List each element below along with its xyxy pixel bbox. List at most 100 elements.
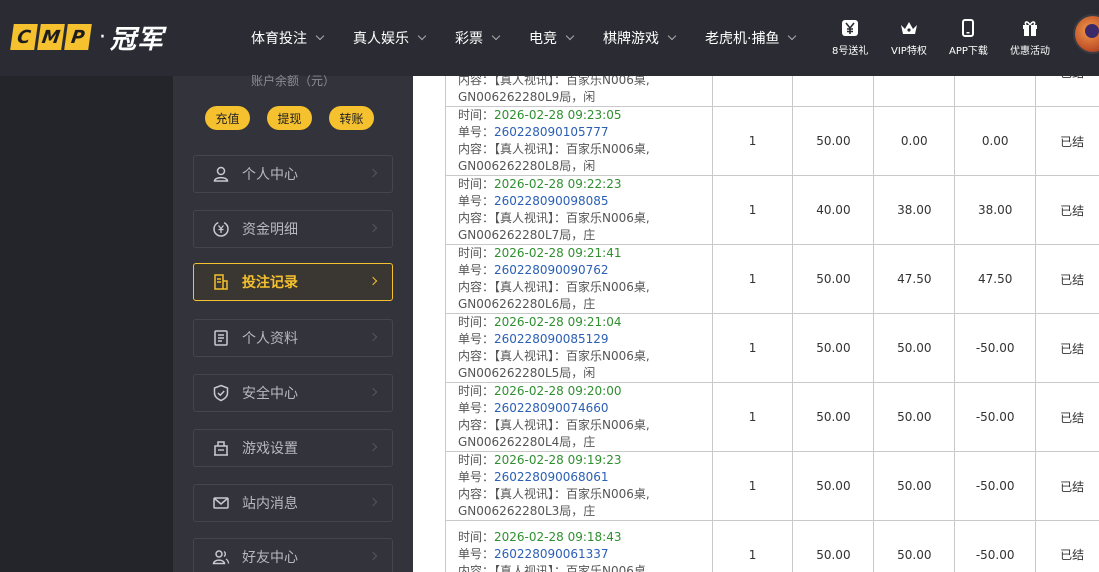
bet-content-line: 内容：【真人视讯】：百家乐N006桌, (458, 141, 712, 158)
content-prefix: 内容： (458, 280, 495, 294)
sidebar-item-label: 安全中心 (242, 386, 298, 402)
quick-vip[interactable]: VIP特权 (891, 18, 927, 57)
transfer-button[interactable]: 转账 (329, 106, 374, 130)
quick-label: APP下载 (949, 46, 988, 57)
sidebar-item-bet-records[interactable]: 投注记录 (193, 263, 393, 301)
status-cell: 已结 (1035, 106, 1099, 176)
quick-gift-8[interactable]: 8号送礼 (832, 18, 868, 57)
sidebar-item-personal-info[interactable]: 个人资料 (193, 319, 393, 357)
bet-order-number[interactable]: 260228090061337 (494, 547, 609, 561)
bet-content-line: 内容：【真人视讯】：百家乐N006桌, (458, 563, 712, 572)
top-header: C M P · 冠军 体育投注 真人娱乐 彩票 电竞 棋牌游戏 老虎机·捕鱼 8… (0, 0, 1099, 76)
bet-time-line: 时间：2026-02-28 09:18:43 (458, 529, 712, 546)
mail-icon (213, 497, 229, 509)
time-prefix: 时间： (458, 453, 495, 467)
sidebar-item-fund-details[interactable]: 资金明细 (193, 210, 393, 248)
bet-count-cell: 1 (711, 451, 794, 521)
time-prefix: 时间： (458, 246, 495, 260)
status-cell: 已结 (1035, 382, 1099, 452)
quick-label: 优惠活动 (1010, 46, 1050, 57)
logo-text: 冠军 (110, 24, 165, 55)
quick-label: 8号送礼 (832, 46, 869, 57)
bet-time-line: 时间：2026-02-28 09:21:04 (458, 314, 712, 331)
bet-time-line: 时间：2026-02-28 09:22:23 (458, 176, 712, 193)
valid-bet-cell: 50.00 (873, 451, 956, 521)
chevron-right-icon (368, 168, 378, 178)
bet-order-number[interactable]: 260228090098085 (494, 194, 609, 208)
bet-records-panel: 时间： 单号： 内容：【真人视讯】：百家乐N006桌, GN006262280L… (413, 76, 1099, 572)
withdraw-button[interactable]: 提现 (267, 106, 312, 130)
time-prefix: 时间： (458, 108, 495, 122)
quick-app-download[interactable]: APP下载 (949, 18, 988, 57)
order-prefix: 单号： (458, 263, 495, 277)
bet-order-number[interactable]: 260228090105777 (494, 125, 609, 139)
bet-amount-cell: 40.00 (792, 175, 875, 245)
bet-order-number[interactable]: 260228090068061 (494, 470, 609, 484)
bet-round: GN006262280L4局，庄 (458, 435, 596, 449)
friends-icon (212, 550, 230, 565)
sidebar-item-friends-center[interactable]: 好友中心 (193, 538, 393, 572)
nav-sports[interactable]: 体育投注 (251, 28, 325, 48)
order-prefix: 单号： (458, 470, 495, 484)
bet-info-cell: 时间：2026-02-28 09:20:00 单号：26022809007466… (445, 382, 713, 452)
quick-promotions[interactable]: 优惠活动 (1010, 18, 1050, 57)
deposit-button[interactable]: 充值 (205, 106, 250, 130)
bet-info-cell: 时间：2026-02-28 09:19:23 单号：26022809006806… (445, 451, 713, 521)
nav-live-casino[interactable]: 真人娱乐 (353, 28, 427, 48)
chevron-right-icon (368, 276, 378, 286)
bet-order-line: 单号：260228090061337 (458, 546, 712, 563)
order-prefix: 单号： (458, 125, 495, 139)
sidebar-item-label: 站内消息 (242, 496, 298, 512)
valid-bet-cell: 38.00 (873, 175, 956, 245)
nav-esports[interactable]: 电竞 (529, 28, 575, 48)
chevron-down-icon (667, 31, 677, 41)
nav-label: 真人娱乐 (353, 31, 409, 47)
sidebar-item-security-center[interactable]: 安全中心 (193, 374, 393, 412)
chevron-down-icon (788, 31, 797, 41)
nav-lottery[interactable]: 彩票 (455, 28, 501, 48)
bet-order-number[interactable]: 260228090085129 (494, 332, 609, 346)
bet-content: 【真人视讯】：百家乐N006桌, (494, 349, 650, 363)
time-prefix: 时间： (458, 384, 495, 398)
nav-label: 老虎机·捕鱼 (705, 31, 780, 47)
status-cell: 已结 (1035, 76, 1099, 107)
bet-order-number[interactable]: 260228090074660 (494, 401, 609, 415)
order-prefix: 单号： (458, 401, 495, 415)
user-icon (213, 166, 229, 182)
bet-order-number[interactable]: 260228090090762 (494, 263, 609, 277)
status-cell: 已结 (1035, 313, 1099, 383)
bet-time: 2026-02-28 09:19:23 (494, 453, 622, 467)
nav-chess-games[interactable]: 棋牌游戏 (603, 28, 677, 48)
valid-bet-cell: 50.00 (873, 382, 956, 452)
logo[interactable]: C M P · 冠军 (10, 22, 164, 55)
bet-time: 2026-02-28 09:18:43 (494, 530, 622, 544)
bet-amount-cell: 50.00 (792, 106, 875, 176)
sidebar-item-personal-center[interactable]: 个人中心 (193, 155, 393, 193)
chevron-right-icon (368, 497, 378, 507)
table-row: 时间：2026-02-28 09:22:23 单号：26022809009808… (445, 175, 1099, 245)
sidebar-item-game-settings[interactable]: 游戏设置 (193, 429, 393, 467)
time-prefix: 时间： (458, 315, 495, 329)
bet-time: 2026-02-28 09:21:41 (494, 246, 622, 260)
bet-count-cell: 1 (711, 175, 794, 245)
sidebar-item-messages[interactable]: 站内消息 (193, 484, 393, 522)
chevron-right-icon (368, 223, 378, 233)
avatar[interactable] (1073, 14, 1099, 54)
bet-info-cell: 时间：2026-02-28 09:18:43 单号：26022809006133… (445, 520, 713, 572)
balance-label: 账户余额（元） (250, 74, 335, 88)
bet-time-line: 时间：2026-02-28 09:20:00 (458, 383, 712, 400)
logo-letter-c: C (10, 24, 38, 50)
sidebar-item-label: 个人中心 (242, 167, 298, 183)
win-loss-cell: -50.00 (954, 382, 1037, 452)
content-prefix: 内容： (458, 142, 495, 156)
bet-content: 【真人视讯】：百家乐N006桌, (494, 211, 650, 225)
bet-amount-cell: 50.00 (792, 382, 875, 452)
nav-slots-fishing[interactable]: 老虎机·捕鱼 (705, 28, 797, 48)
shield-icon (213, 384, 229, 402)
bet-round: GN006262280L3局，庄 (458, 504, 596, 518)
bet-count-cell: 1 (711, 76, 794, 107)
table-row: 时间： 单号： 内容：【真人视讯】：百家乐N006桌, GN006262280L… (445, 76, 1099, 107)
bet-time: 2026-02-28 09:20:00 (494, 384, 622, 398)
settings-icon (214, 441, 228, 456)
sidebar-item-label: 游戏设置 (242, 441, 298, 457)
